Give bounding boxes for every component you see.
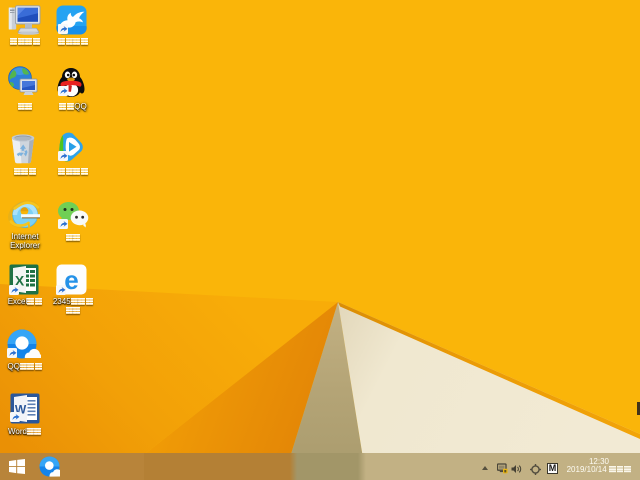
svg-text:e: e [64,265,78,295]
